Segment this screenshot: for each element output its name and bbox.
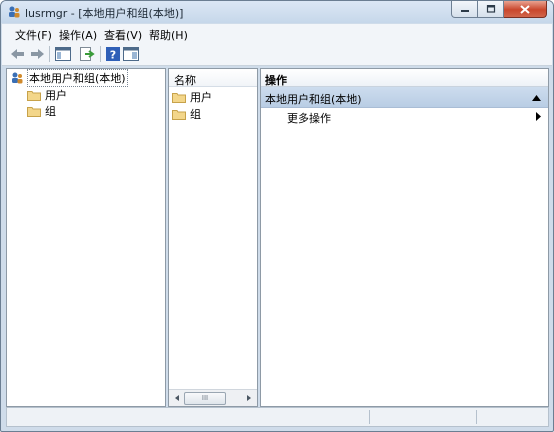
status-divider: [369, 410, 370, 424]
close-icon: [520, 4, 530, 14]
actions-header: 操作: [261, 69, 548, 87]
status-divider: [476, 410, 477, 424]
help-button[interactable]: ?: [105, 46, 121, 62]
help-icon: ?: [106, 47, 120, 62]
maximize-icon: [486, 5, 495, 13]
tree-item-label: 组: [45, 105, 56, 118]
menu-view[interactable]: 查看(V): [104, 27, 142, 43]
folder-icon: [27, 90, 41, 101]
show-hide-action-pane-icon: [123, 47, 139, 61]
show-hide-tree-icon: [55, 47, 71, 61]
menu-action[interactable]: 操作(A): [59, 27, 97, 43]
submenu-arrow-icon: [536, 112, 541, 121]
export-list-icon: [80, 47, 95, 61]
toolbar: ?: [2, 43, 552, 66]
window-controls: [451, 1, 547, 18]
list-item-groups[interactable]: 组: [172, 106, 201, 122]
horizontal-scrollbar[interactable]: III: [169, 389, 257, 406]
scroll-right-icon: [247, 395, 251, 401]
app-icon[interactable]: [7, 5, 21, 19]
mmc-window: lusrmgr - [本地用户和组(本地)] 文件(F) 操作(A) 查看(V)…: [0, 0, 554, 432]
column-header-name[interactable]: 名称: [169, 69, 257, 87]
menu-help[interactable]: 帮助(H): [149, 27, 188, 43]
back-arrow-icon: [11, 49, 24, 59]
toolbar-separator: [100, 46, 101, 62]
list-item-label: 用户: [190, 91, 212, 104]
list-pane[interactable]: 名称 用户 组 III: [168, 68, 258, 407]
forward-button[interactable]: [29, 46, 45, 62]
show-hide-tree-button[interactable]: [55, 46, 71, 62]
status-bar: [6, 407, 549, 427]
scroll-thumb[interactable]: III: [184, 392, 226, 405]
column-header-label: 名称: [174, 74, 196, 87]
tree-item-label: 用户: [45, 89, 67, 102]
more-actions-label: 更多操作: [287, 112, 331, 125]
scroll-left-icon: [175, 395, 179, 401]
back-button[interactable]: [10, 46, 26, 62]
actions-section-header[interactable]: 本地用户和组(本地): [261, 87, 548, 108]
folder-icon: [172, 109, 186, 120]
folder-icon: [172, 92, 186, 103]
more-actions-item[interactable]: 更多操作: [261, 108, 548, 125]
tree-root[interactable]: 本地用户和组(本地): [10, 69, 128, 87]
folder-icon: [27, 106, 41, 117]
collapse-up-icon: [532, 95, 541, 101]
actions-section-label: 本地用户和组(本地): [265, 93, 362, 106]
svg-text:?: ?: [110, 49, 116, 62]
list-item-label: 组: [190, 108, 201, 121]
list-item-users[interactable]: 用户: [172, 89, 212, 105]
show-hide-action-pane-button[interactable]: [123, 46, 139, 62]
computer-users-icon: [12, 72, 23, 84]
maximize-button[interactable]: [478, 1, 504, 18]
export-list-button[interactable]: [79, 46, 95, 62]
toolbar-separator: [49, 46, 50, 62]
minimize-button[interactable]: [451, 1, 478, 18]
tree-pane[interactable]: 本地用户和组(本地) 用户 组: [6, 68, 166, 407]
actions-header-label: 操作: [265, 74, 287, 87]
menu-file[interactable]: 文件(F): [15, 27, 52, 43]
menu-bar: 文件(F) 操作(A) 查看(V) 帮助(H): [2, 24, 552, 43]
window-title: lusrmgr - [本地用户和组(本地)]: [25, 7, 184, 20]
forward-arrow-icon: [31, 49, 44, 59]
title-bar[interactable]: lusrmgr - [本地用户和组(本地)]: [1, 1, 553, 23]
tree-item-groups[interactable]: 组: [27, 103, 56, 119]
actions-pane: 操作 本地用户和组(本地) 更多操作: [260, 68, 549, 407]
close-button[interactable]: [504, 1, 547, 18]
minimize-icon: [460, 10, 469, 12]
tree-root-label: 本地用户和组(本地): [27, 69, 128, 87]
tree-item-users[interactable]: 用户: [27, 87, 67, 103]
